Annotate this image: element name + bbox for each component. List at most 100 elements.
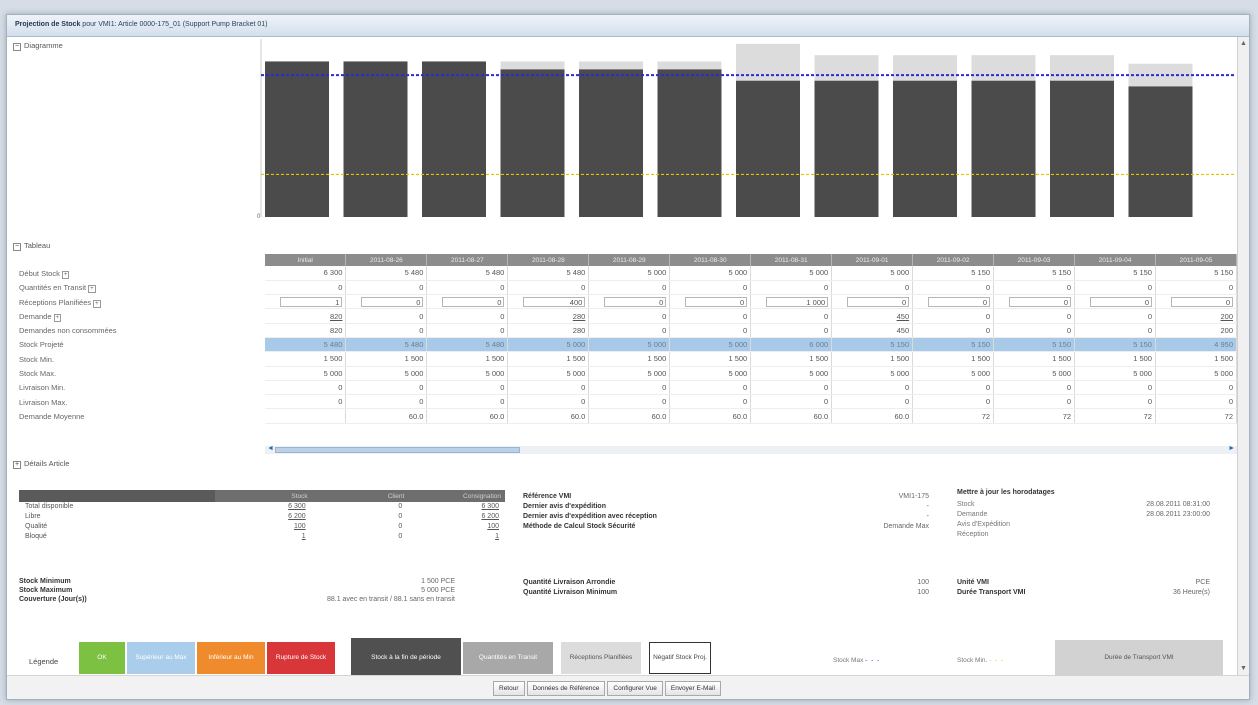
table-cell: 1 500: [831, 351, 914, 367]
expand-row-icon[interactable]: +: [88, 285, 96, 294]
cell-value: 280: [572, 325, 586, 335]
bar-stock-2011-08-31: [736, 80, 800, 217]
cell-value: 60.0: [408, 411, 424, 421]
legend-stock-max: Stock Max - - -: [833, 657, 880, 664]
planned-receipt-input[interactable]: 400: [507, 294, 590, 310]
scroll-thumb[interactable]: [275, 447, 520, 453]
scroll-up-icon[interactable]: ▲: [1239, 39, 1248, 48]
table-cell[interactable]: 820: [265, 308, 347, 324]
table-cell: 0: [993, 323, 1076, 338]
table-cell: 5 150: [993, 337, 1076, 353]
cell-value: 72: [1062, 411, 1072, 421]
planned-receipt-input[interactable]: 0: [1155, 294, 1238, 310]
planned-receipt-input[interactable]: 1: [265, 294, 347, 310]
planned-receipt-input[interactable]: 0: [345, 294, 428, 310]
column-header: 2011-08-29: [588, 254, 671, 266]
cell-value: 5 150: [971, 268, 991, 278]
row-label: Quantités en Transit +: [19, 281, 259, 295]
table-cell[interactable]: 200: [1155, 308, 1238, 324]
info-value: 100: [917, 579, 929, 586]
table-cell: 0: [912, 380, 995, 396]
table-cell: 72: [1074, 408, 1156, 424]
details-value[interactable]: 6 300: [408, 502, 505, 512]
table-cell[interactable]: 280: [507, 308, 590, 324]
cell-value: 0: [1147, 383, 1152, 393]
table-cell: 5 000: [588, 266, 671, 281]
planned-receipt-input[interactable]: 0: [912, 294, 995, 310]
row-label-spacer: [19, 255, 259, 267]
planned-receipt-input[interactable]: 0: [426, 294, 509, 310]
cell-value: 5 000: [890, 268, 910, 278]
table-cell: 1 500: [426, 351, 509, 367]
planned-receipt-input[interactable]: 0: [831, 294, 914, 310]
expand-row-icon[interactable]: +: [93, 299, 101, 308]
table-cell: 60.0: [831, 408, 914, 424]
info-row: Unité VMI PCE: [957, 578, 1210, 587]
table-cell: 6 000: [750, 337, 833, 353]
details-value[interactable]: 1: [408, 532, 505, 542]
info-row: Méthode de Calcul Stock Sécurité Demande …: [523, 522, 929, 531]
details-value[interactable]: 6 200: [408, 512, 505, 522]
cell-value: 5 000: [1214, 368, 1233, 378]
expand-row-icon[interactable]: +: [53, 313, 62, 322]
legend-item-label: Rupture de Stock: [275, 654, 327, 661]
details-value[interactable]: 6 200: [215, 512, 312, 522]
table-cell: 0: [265, 394, 347, 410]
legend-item-3: Rupture de Stock: [267, 642, 335, 674]
row-label-text: Stock Max.: [19, 369, 57, 379]
row-label-text: Demandes non consommées: [19, 326, 117, 336]
table-cell: 0: [831, 394, 914, 410]
table-row: 820 0 0 280 0 0 0 450 0 0 0 200: [265, 323, 1238, 338]
collapse-icon[interactable]: −: [13, 43, 21, 51]
scroll-left-icon[interactable]: ◄: [267, 445, 274, 452]
table-cell: 5 000: [345, 366, 428, 381]
cell-value: 0: [581, 282, 586, 292]
table-cell: 280: [507, 323, 590, 338]
bar-stock-2011-09-01: [814, 80, 879, 217]
footer-button-0[interactable]: Retour: [493, 681, 525, 696]
details-section-header[interactable]: + Détails Article: [13, 459, 69, 469]
scroll-down-icon[interactable]: ▼: [1239, 664, 1248, 673]
table-cell: 0: [1074, 308, 1156, 324]
table-header-row: Initial 2011-08-26 2011-08-27 2011-08-28 201…: [265, 254, 1238, 266]
horizontal-scrollbar[interactable]: ◄ ►: [265, 445, 1237, 454]
info-label: Quantité Livraison Arrondie: [523, 579, 616, 586]
table-row: 6 300 5 480 5 480 5 480 5 000 5 000 5 000 5 000…: [265, 266, 1238, 281]
column-header: 2011-08-30: [669, 254, 752, 266]
cell-value: 0: [1066, 383, 1072, 393]
scroll-right-icon[interactable]: ►: [1228, 445, 1235, 452]
table-cell: 5 000: [750, 366, 833, 381]
expand-icon[interactable]: +: [13, 461, 21, 469]
cell-value: 5 150: [890, 340, 910, 350]
details-column-header: Consignation: [408, 490, 505, 502]
vertical-scrollbar[interactable]: ▲ ▼: [1237, 37, 1249, 675]
footer-buttons: Retour Données de Référence Configurer Vue…: [493, 681, 721, 696]
table-section-header[interactable]: − Tableau: [13, 241, 50, 251]
details-value[interactable]: 1: [215, 532, 312, 542]
stock-details-table: Stock Client Consignation Total disponible 6…: [19, 490, 505, 542]
planned-receipt-input[interactable]: 1 000: [750, 294, 833, 310]
details-value[interactable]: 100: [215, 522, 312, 532]
table-cell: 5 000: [507, 337, 590, 353]
diagram-section-header[interactable]: − Diagramme: [13, 41, 63, 51]
collapse-icon[interactable]: −: [13, 243, 21, 251]
footer-button-2[interactable]: Configurer Vue: [607, 681, 663, 696]
footer-button-1[interactable]: Données de Référence: [526, 681, 606, 696]
cell-value: 4 950: [1214, 340, 1233, 350]
footer-button-3[interactable]: Envoyer E-Mail: [664, 681, 721, 696]
cell-value: 5 000: [809, 268, 829, 278]
legend-item-7: Négatif Stock Proj.: [649, 642, 711, 674]
planned-receipt-input[interactable]: 0: [669, 294, 752, 310]
details-value-text: Qualité: [25, 523, 48, 530]
info-row: Dernier avis d'expédition avec réception…: [523, 512, 929, 521]
table-cell[interactable]: 450: [831, 308, 914, 324]
details-value[interactable]: 100: [408, 522, 505, 532]
details-value[interactable]: 6 300: [215, 502, 312, 512]
expand-row-icon[interactable]: +: [61, 271, 70, 279]
table-cell: 5 480: [345, 337, 428, 353]
legend-item-2: Inférieur au Min: [197, 642, 265, 674]
planned-receipt-input[interactable]: 0: [1074, 294, 1156, 310]
planned-receipt-input[interactable]: 0: [993, 294, 1076, 310]
bar-stock-2011-08-27: [422, 61, 486, 218]
planned-receipt-input[interactable]: 0: [588, 294, 671, 310]
